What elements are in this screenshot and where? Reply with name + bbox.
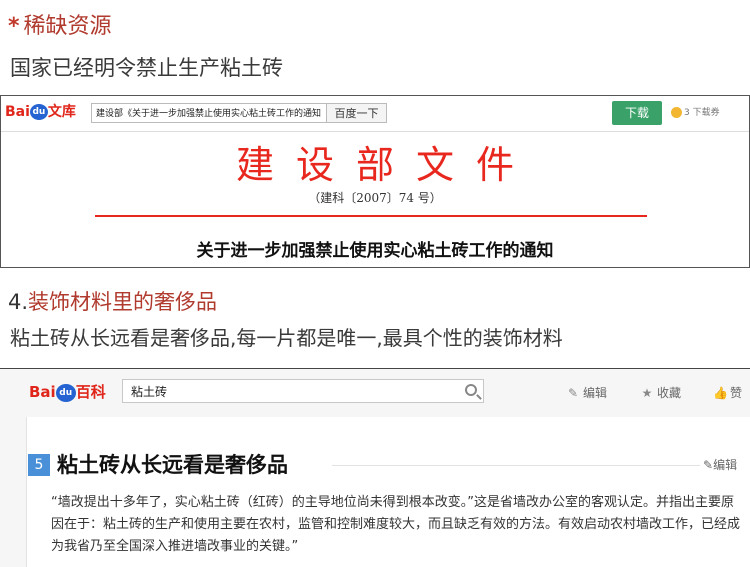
coin-icon [671, 107, 682, 118]
baidu-paw-icon: du [29, 104, 48, 120]
document-red-divider [95, 215, 647, 217]
wenku-toolbar: Bai du 文库 建设部《关于进一步加强禁止使用实心粘土砖工作的通知 百度一下 下… [1, 96, 749, 132]
like-label: 赞 [730, 386, 743, 400]
section-4-number: 4. [8, 290, 29, 314]
section-4-title-text: 装饰材料里的奢侈品 [28, 290, 218, 314]
baike-screenshot-panel: Bai du 百科 粘土砖 ✎ 编辑 ★ 收藏 👍 赞 5 粘土砖从长远看是奢侈品 ✎编辑… [0, 368, 750, 567]
baike-paragraph: “墙改提出十多年了，实心粘土砖（红砖）的主导地位尚未得到根本改变。”这是省墙改办… [51, 495, 741, 554]
section-title-rule [332, 465, 700, 466]
pencil-icon: ✎ [703, 458, 714, 472]
section-1-title: * 稀缺资源 [8, 8, 112, 40]
star-outline-icon: ★ [641, 386, 653, 400]
edit-label: 编辑 [583, 386, 608, 400]
pencil-icon: ✎ [567, 386, 579, 400]
section-edit-button[interactable]: ✎编辑 [703, 456, 737, 473]
wenku-search-button[interactable]: 百度一下 [327, 103, 387, 123]
edit-button[interactable]: ✎ 编辑 [566, 384, 607, 401]
wenku-search-input[interactable]: 建设部《关于进一步加强禁止使用实心粘土砖工作的通知 [91, 103, 327, 123]
collect-label: 收藏 [657, 386, 682, 400]
logo-wenku-text: 文库 [47, 104, 76, 120]
like-button[interactable]: 👍 赞 [713, 384, 742, 401]
wenku-logo[interactable]: Bai du 文库 [5, 101, 76, 121]
wenku-screenshot-panel: Bai du 文库 建设部《关于进一步加强禁止使用实心粘土砖工作的通知 百度一下 下… [0, 95, 750, 268]
logo-bai-text: Bai [29, 383, 56, 401]
download-button[interactable]: 下载 [612, 101, 662, 125]
section-edit-label: 编辑 [713, 458, 738, 472]
baike-article-content: 5 粘土砖从长远看是奢侈品 ✎编辑 “墙改提出十多年了，实心粘土砖（红砖）的主导… [26, 417, 750, 567]
star-icon: * [8, 14, 20, 39]
baike-search-value: 粘土砖 [131, 385, 168, 399]
logo-bai-text: Bai [5, 104, 30, 120]
section-1-title-text: 稀缺资源 [23, 14, 112, 39]
baike-search-input[interactable]: 粘土砖 [122, 379, 484, 403]
section-number-badge: 5 [28, 454, 50, 476]
section-4-title: 4.装饰材料里的奢侈品 [8, 286, 217, 316]
document-notice-title: 关于进一步加强禁止使用实心粘土砖工作的通知 [196, 241, 554, 261]
download-coin-info: 3 下载券 [671, 105, 720, 118]
baidu-paw-icon: du [55, 383, 76, 402]
search-icon[interactable] [465, 384, 477, 396]
section-4-subtitle: 粘土砖从长远看是奢侈品,每一片都是唯一,最具个性的装饰材料 [10, 326, 563, 350]
logo-baike-text: 百科 [75, 383, 106, 401]
collect-button[interactable]: ★ 收藏 [640, 384, 681, 401]
document-title: 建设部文件 [235, 143, 536, 187]
document-number: （建科〔2007〕74 号） [308, 191, 442, 205]
baike-section-title: 粘土砖从长远看是奢侈品 [57, 453, 288, 477]
section-1-subtitle: 国家已经明令禁止生产粘土砖 [10, 56, 283, 80]
coin-text: 3 下载券 [684, 108, 720, 118]
baike-logo[interactable]: Bai du 百科 [29, 381, 106, 402]
thumb-up-icon: 👍 [713, 386, 728, 400]
